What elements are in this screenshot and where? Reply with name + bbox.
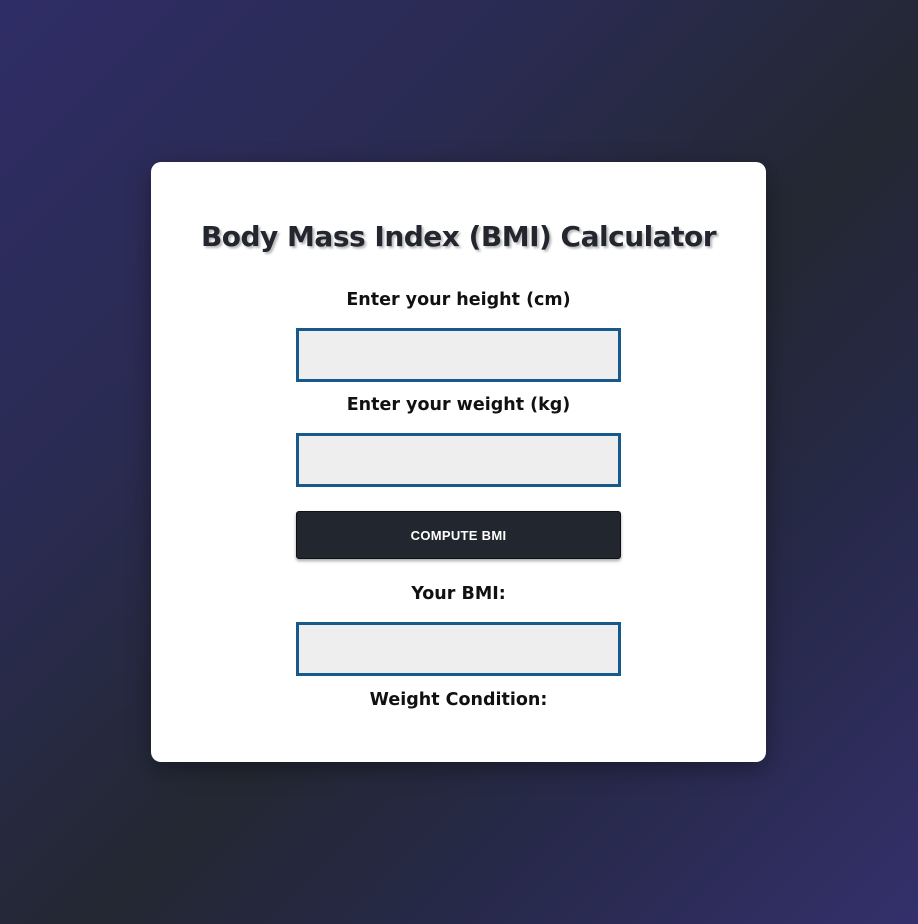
compute-bmi-button[interactable]: COMPUTE BMI <box>296 511 621 559</box>
weight-input[interactable] <box>296 433 621 487</box>
bmi-result-field[interactable] <box>296 622 621 676</box>
bmi-calculator-card: Body Mass Index (BMI) Calculator Enter y… <box>151 162 766 762</box>
bmi-result-label: Your BMI: <box>411 584 506 604</box>
weight-condition-label: Weight Condition: <box>369 690 548 710</box>
weight-label: Enter your weight (kg) <box>346 395 571 415</box>
page-title: Body Mass Index (BMI) Calculator <box>200 220 717 253</box>
height-label: Enter your height (cm) <box>346 290 571 310</box>
height-input[interactable] <box>296 328 621 382</box>
